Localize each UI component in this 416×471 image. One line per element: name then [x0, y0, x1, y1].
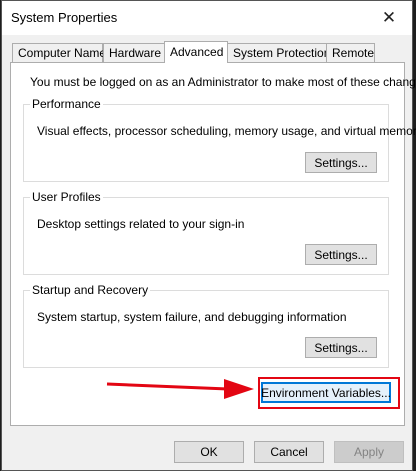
tab-hardware[interactable]: Hardware: [103, 43, 165, 62]
startup-recovery-settings-button[interactable]: Settings...: [305, 337, 377, 358]
admin-notice: You must be logged on as an Administrato…: [30, 75, 416, 89]
performance-settings-button[interactable]: Settings...: [305, 152, 377, 173]
tab-system-protection[interactable]: System Protection: [227, 43, 330, 62]
environment-variables-button[interactable]: Environment Variables...: [261, 382, 391, 403]
tab-advanced[interactable]: Advanced: [164, 41, 228, 63]
user-profiles-settings-button[interactable]: Settings...: [305, 244, 377, 265]
performance-title: Performance: [30, 97, 103, 111]
advanced-tab-panel: You must be logged on as an Administrato…: [10, 62, 416, 426]
apply-button[interactable]: Apply: [334, 441, 404, 463]
performance-description: Visual effects, processor scheduling, me…: [37, 124, 416, 138]
ok-button[interactable]: OK: [174, 441, 244, 463]
title-bar: System Properties ✕: [2, 1, 412, 35]
window-title: System Properties: [11, 10, 118, 25]
cancel-button[interactable]: Cancel: [254, 441, 324, 463]
startup-recovery-description: System startup, system failure, and debu…: [37, 310, 347, 324]
user-profiles-description: Desktop settings related to your sign-in: [37, 217, 245, 231]
close-icon[interactable]: ✕: [366, 1, 412, 35]
user-profiles-title: User Profiles: [30, 190, 103, 204]
tab-computer-name[interactable]: Computer Name: [12, 43, 106, 62]
tab-remote[interactable]: Remote: [326, 43, 375, 62]
system-properties-window: System Properties ✕ Computer Name Hardwa…: [1, 0, 416, 471]
red-arrow-icon: [106, 379, 254, 399]
startup-recovery-title: Startup and Recovery: [30, 283, 151, 297]
